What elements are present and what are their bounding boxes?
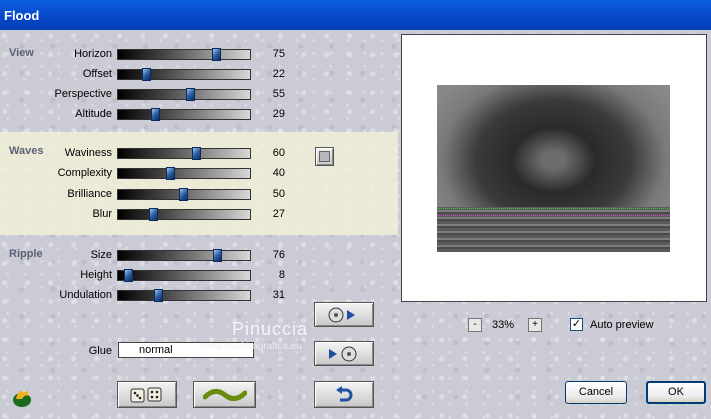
offset-guide-line[interactable] — [437, 215, 670, 216]
value-blur: 27 — [272, 208, 285, 220]
disc-arrow-out-icon — [328, 307, 355, 322]
slider-offset[interactable] — [117, 68, 251, 81]
cancel-button[interactable]: Cancel — [565, 381, 627, 404]
reset-button[interactable] — [193, 381, 256, 408]
value-horizon: 75 — [272, 48, 285, 60]
slider-altitude[interactable] — [117, 108, 251, 121]
slider-thumb[interactable] — [185, 88, 195, 101]
slider-brilliance[interactable] — [117, 188, 251, 201]
label-glue: Glue — [88, 345, 112, 357]
slider-thumb[interactable] — [179, 188, 188, 201]
wave-icon — [202, 388, 247, 401]
slider-thumb[interactable] — [192, 147, 202, 160]
title-bar: Flood — [0, 0, 711, 30]
slider-thumb[interactable] — [153, 289, 163, 302]
label-undulation: Undulation — [59, 289, 112, 301]
auto-preview-checkbox[interactable]: ✓ — [570, 318, 583, 331]
zoom-out-button[interactable]: - — [468, 318, 482, 332]
label-offset: Offset — [82, 68, 112, 80]
value-offset: 22 — [272, 68, 285, 80]
label-blur: Blur — [92, 208, 112, 220]
randomize-button[interactable] — [117, 381, 177, 408]
slider-perspective[interactable] — [117, 88, 251, 101]
label-brilliance: Brilliance — [67, 188, 112, 200]
undo-arrow-icon — [336, 385, 353, 401]
value-size: 76 — [272, 249, 285, 261]
zoom-in-button[interactable]: + — [528, 318, 542, 332]
value-height: 8 — [278, 269, 285, 281]
label-height: Height — [80, 269, 112, 281]
undo-button[interactable] — [314, 381, 374, 408]
label-waviness: Waviness — [64, 147, 112, 159]
slider-thumb[interactable] — [165, 167, 175, 180]
window-title: Flood — [4, 8, 40, 23]
preview-image — [437, 85, 670, 252]
slider-undulation[interactable] — [117, 289, 251, 302]
watermark-name: Pinuccia — [232, 319, 309, 339]
disc-arrow-in-icon — [329, 346, 357, 361]
preview-water — [437, 207, 670, 252]
value-complexity: 40 — [272, 167, 285, 179]
save-preset-button[interactable] — [314, 302, 374, 327]
slider-blur[interactable] — [117, 208, 251, 221]
slider-thumb[interactable] — [212, 48, 221, 61]
auto-preview-label: Auto preview — [590, 319, 654, 331]
value-perspective: 55 — [272, 88, 285, 100]
value-brilliance: 50 — [272, 188, 285, 200]
slider-thumb[interactable] — [148, 208, 158, 221]
flame-logo-icon — [13, 391, 31, 407]
label-altitude: Altitude — [75, 108, 112, 120]
value-waviness: 60 — [272, 147, 285, 159]
dice-icon — [130, 387, 162, 402]
slider-horizon[interactable] — [117, 48, 251, 61]
slider-thumb[interactable] — [213, 249, 223, 262]
label-complexity: Complexity — [57, 167, 112, 179]
logo — [10, 385, 34, 409]
slider-waviness[interactable] — [117, 147, 251, 160]
preview-pane — [401, 34, 707, 302]
load-preset-button[interactable] — [314, 341, 374, 366]
label-size: Size — [90, 249, 112, 261]
slider-height[interactable] — [117, 269, 251, 282]
label-horizon: Horizon — [74, 48, 112, 60]
value-altitude: 29 — [272, 108, 285, 120]
horizon-guide-line[interactable] — [437, 208, 670, 209]
dialog-body: View Horizon 75 Offset 22 Perspective 55… — [0, 30, 711, 419]
slider-thumb[interactable] — [123, 269, 133, 282]
slider-thumb[interactable] — [142, 68, 152, 81]
color-swatch-button[interactable] — [315, 147, 334, 166]
value-undulation: 31 — [272, 289, 285, 301]
label-perspective: Perspective — [54, 88, 112, 100]
slider-thumb[interactable] — [151, 108, 161, 121]
slider-size[interactable] — [117, 249, 251, 262]
watermark-url: www.madriragrafica.eu — [200, 341, 302, 352]
zoom-level: 33% — [492, 319, 515, 331]
color-swatch-icon — [319, 151, 330, 162]
slider-complexity[interactable] — [117, 167, 251, 180]
ok-button[interactable]: OK — [646, 381, 706, 404]
